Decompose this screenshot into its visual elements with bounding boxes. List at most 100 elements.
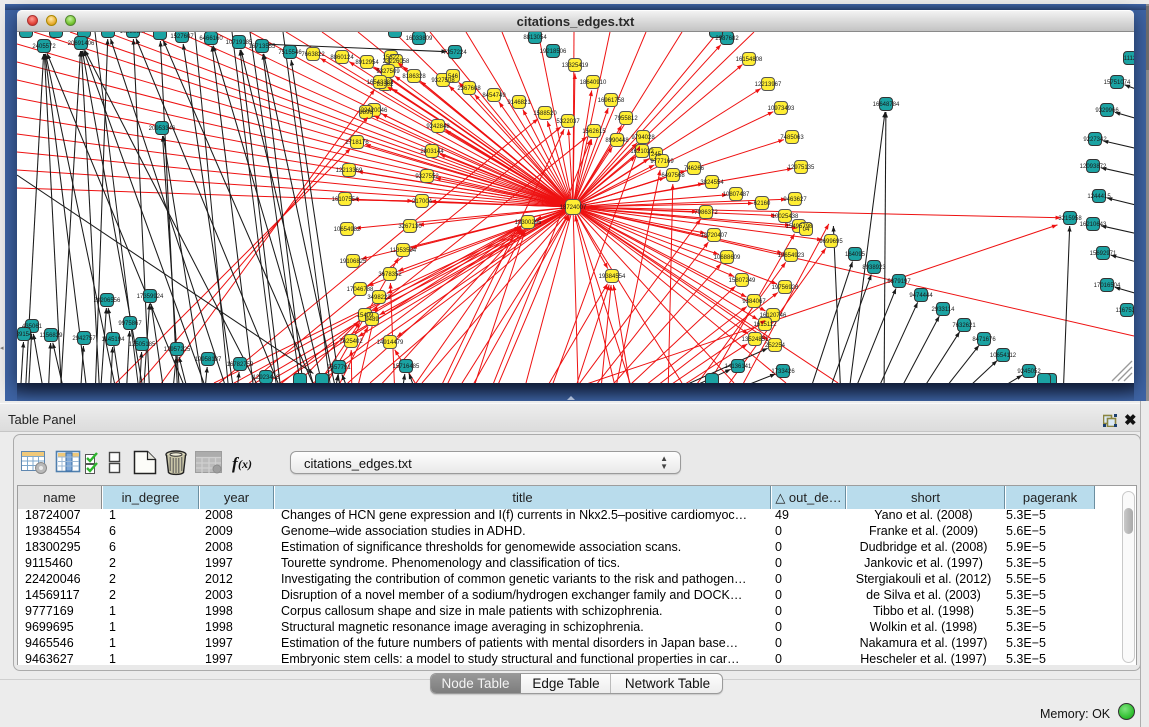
- svg-text:8860124: 8860124: [330, 55, 354, 61]
- svg-text:164095: 164095: [845, 252, 866, 258]
- svg-text:15751074: 15751074: [1104, 80, 1131, 86]
- svg-text:9896: 9896: [359, 110, 373, 116]
- svg-text:1527607: 1527607: [170, 34, 194, 40]
- svg-text:23226058: 23226058: [383, 59, 410, 65]
- svg-text:10655267: 10655267: [120, 32, 147, 35]
- svg-text:252254: 252254: [765, 343, 786, 349]
- svg-text:10807487: 10807487: [723, 192, 750, 198]
- svg-text:10025438: 10025438: [772, 214, 799, 220]
- svg-text:16543382: 16543382: [367, 80, 394, 86]
- svg-text:16713555: 16713555: [249, 44, 276, 50]
- svg-text:16033809: 16033809: [406, 36, 433, 42]
- svg-text:9327509: 9327509: [376, 69, 400, 75]
- svg-text:19958187: 19958187: [195, 357, 222, 363]
- svg-text:3267130: 3267130: [398, 224, 422, 230]
- svg-text:8471676: 8471676: [972, 337, 996, 343]
- svg-text:15807249: 15807249: [729, 278, 756, 284]
- svg-text:17359924: 17359924: [137, 294, 164, 300]
- svg-text:16154808: 16154808: [736, 57, 763, 63]
- svg-text:7485063: 7485063: [780, 135, 804, 141]
- svg-text:19384554: 19384554: [599, 274, 626, 280]
- svg-text:2803144: 2803144: [420, 149, 444, 155]
- svg-text:7625402: 7625402: [339, 339, 363, 345]
- svg-text:17957225: 17957225: [164, 347, 191, 353]
- svg-text:17016504: 17016504: [1094, 283, 1121, 289]
- svg-text:19756928: 19756928: [772, 285, 799, 291]
- svg-text:3824554: 3824554: [700, 180, 724, 186]
- svg-text:9242848: 9242848: [426, 124, 450, 130]
- svg-text:9329966: 9329966: [1095, 108, 1119, 114]
- svg-text:2367608: 2367608: [457, 86, 481, 92]
- svg-text:7986372: 7986372: [694, 210, 718, 216]
- svg-text:12975135: 12975135: [788, 165, 815, 171]
- svg-text:8813054: 8813054: [523, 35, 547, 41]
- svg-text:1244415: 1244415: [1087, 194, 1111, 200]
- svg-text:1615112: 1615112: [754, 322, 778, 328]
- svg-text:14914479: 14914479: [377, 340, 404, 346]
- svg-text:5322037: 5322037: [556, 119, 580, 125]
- svg-text:3498222: 3498222: [367, 295, 391, 301]
- svg-text:(x): (x): [238, 457, 252, 471]
- svg-text:18300295: 18300295: [515, 220, 542, 226]
- svg-text:9227342: 9227342: [1083, 137, 1107, 143]
- svg-text:20206556: 20206556: [94, 298, 121, 304]
- svg-text:1167533: 1167533: [1116, 308, 1134, 314]
- svg-text:9975867: 9975867: [118, 321, 142, 327]
- svg-text:9657791: 9657791: [327, 365, 351, 371]
- svg-text:9463627: 9463627: [783, 197, 807, 203]
- svg-text:16107554: 16107554: [332, 197, 359, 203]
- svg-text:62160: 62160: [754, 201, 771, 207]
- svg-text:1588520: 1588520: [533, 111, 557, 117]
- svg-text:9384067: 9384067: [742, 299, 766, 305]
- svg-text:9699695: 9699695: [819, 239, 843, 245]
- svg-text:15716485: 15716485: [393, 364, 420, 370]
- svg-text:8938923: 8938923: [862, 265, 886, 271]
- svg-text:1145194: 1145194: [102, 337, 126, 343]
- svg-text:9327552: 9327552: [415, 174, 439, 180]
- svg-text:39154: 39154: [17, 332, 33, 338]
- svg-text:746266: 746266: [684, 166, 705, 172]
- svg-text:7663822: 7663822: [301, 52, 325, 58]
- svg-text:2405572: 2405572: [32, 44, 56, 50]
- svg-text:2718176: 2718176: [345, 140, 369, 146]
- svg-text:18720407: 18720407: [701, 233, 728, 239]
- svg-text:12093872: 12093872: [1080, 164, 1107, 170]
- svg-text:10654112: 10654112: [990, 353, 1017, 359]
- svg-text:19106825: 19106825: [340, 259, 367, 265]
- svg-text:2942757: 2942757: [72, 336, 96, 342]
- svg-text:6466160: 6466160: [199, 36, 223, 42]
- svg-text:12213967: 12213967: [755, 82, 782, 88]
- svg-text:19218506: 19218506: [540, 49, 567, 55]
- svg-text:12923448: 12923448: [253, 375, 280, 381]
- svg-text:10688609: 10688609: [714, 255, 741, 261]
- svg-text:8186328: 8186328: [402, 74, 426, 80]
- svg-text:1733426: 1733426: [771, 369, 795, 375]
- svg-text:9474444: 9474444: [909, 293, 933, 299]
- svg-text:20953346: 20953346: [149, 126, 176, 132]
- svg-text:12213369: 12213369: [336, 168, 363, 174]
- svg-text:9245052: 9245052: [1017, 369, 1041, 375]
- svg-text:12505185: 12505185: [129, 342, 156, 348]
- svg-text:9777169: 9777169: [650, 159, 674, 165]
- svg-text:435061: 435061: [22, 324, 43, 330]
- svg-text:8990448: 8990448: [605, 138, 629, 144]
- svg-text:16120746: 16120746: [760, 313, 787, 319]
- svg-text:217004: 217004: [412, 199, 433, 205]
- svg-text:1156829: 1156829: [40, 333, 64, 339]
- svg-text:10654982: 10654982: [334, 227, 361, 233]
- svg-text:9146821: 9146821: [507, 100, 531, 106]
- svg-text:7515546: 7515546: [278, 50, 302, 56]
- svg-text:7357224: 7357224: [443, 50, 467, 56]
- svg-text:3678352: 3678352: [378, 272, 402, 278]
- svg-text:18724007: 18724007: [560, 205, 587, 211]
- svg-text:7955812: 7955812: [614, 116, 638, 122]
- svg-text:8912954: 8912954: [355, 60, 379, 66]
- svg-text:17046788: 17046788: [347, 287, 374, 293]
- svg-text:15692971: 15692971: [1090, 251, 1117, 257]
- svg-text:19654923: 19654923: [778, 253, 805, 259]
- svg-text:1112: 1112: [1124, 56, 1134, 62]
- svg-text:245: 245: [651, 152, 662, 158]
- svg-text:20691406: 20691406: [68, 41, 95, 47]
- svg-text:9794028: 9794028: [631, 135, 655, 141]
- svg-text:11353594: 11353594: [390, 248, 417, 254]
